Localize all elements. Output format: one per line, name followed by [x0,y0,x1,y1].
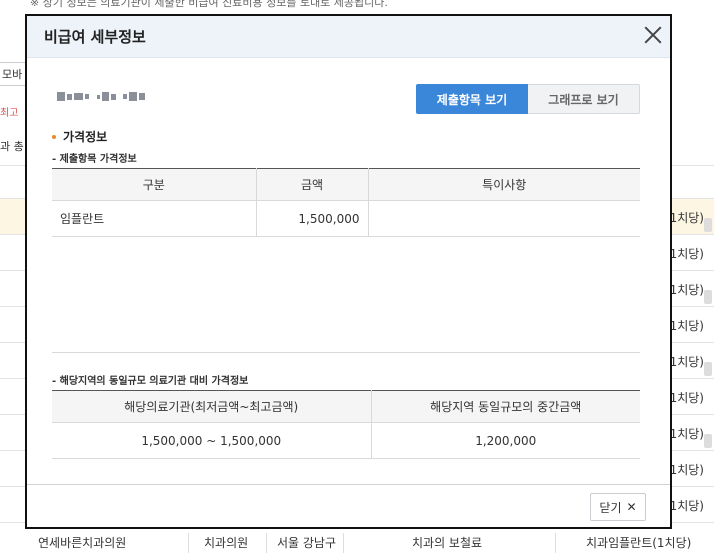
column-divider [343,533,344,553]
category-cell: 임플란트 [52,200,257,237]
table-cell-item: 1치당) [669,247,704,261]
median-price-cell: 1,200,000 [371,422,640,459]
notice-text: ※ 상기 정보는 의료기관이 제출한 비급여 진료비용 정보를 토대로 제공됩니… [30,0,388,9]
close-button[interactable]: 닫기 ✕ [590,493,646,521]
note-cell [368,200,640,237]
category-cell: 치과의 보철료 [412,536,483,550]
scrollbar-thumb[interactable] [704,218,712,232]
price-table-subtitle: - 제출항목 가격정보 [52,154,137,165]
table-cell-item: 1치당) [669,463,704,477]
scrollbar-thumb[interactable] [704,362,712,376]
hospital-type-cell: 치과의원 [204,536,249,550]
filter-label[interactable]: 모바 [0,62,28,86]
price-table: 구분 금액 특이사항 임플란트 1,500,000 [52,168,640,237]
column-divider [188,533,189,553]
modal-footer: 닫기 ✕ [27,484,670,527]
column-divider [266,533,267,553]
bullet-icon [52,134,56,139]
amount-cell: 1,500,000 [256,200,369,237]
table-cell-item: 1치당) [669,319,704,333]
column-header: 구분 [52,168,257,201]
column-header: 해당지역 동일규모의 중간금액 [371,390,640,423]
region-cell: 서울 강남구 [277,536,337,550]
column-header: 금액 [256,168,369,201]
modal-title: 비급여 세부정보 [44,28,146,46]
scrollbar-thumb[interactable] [704,434,712,448]
tab-graph-view[interactable]: 그래프로 보기 [528,84,640,114]
filter-note: 최고 [0,108,19,119]
table-row: 임플란트 1,500,000 [52,200,640,237]
table-cell-item: 1치당) [669,391,704,405]
detail-modal: 비급여 세부정보 제출항목 보기 그래프로 보기 가격정보 - 제출항목 가격정… [25,14,672,529]
close-icon: ✕ [626,500,637,514]
table-cell-item: 1치당) [669,427,704,441]
table-cell-item: 1치당) [669,211,704,225]
price-range-cell: 1,500,000 ~ 1,500,000 [52,422,372,459]
table-row[interactable]: 연세바른치과의원 치과의원 서울 강남구 치과의 보철료 치과임플란트(1치당) [0,530,714,555]
empty-table-area [52,279,640,353]
blurred-hospital-name [57,92,145,101]
table-cell-item: 1치당) [669,355,704,369]
compare-table-subtitle: - 해당지역의 동일규모 의료기관 대비 가격정보 [52,376,249,387]
close-icon[interactable] [642,24,664,46]
scrollbar-thumb[interactable] [704,290,712,304]
column-header: 특이사항 [368,168,640,201]
close-button-label: 닫기 [599,500,622,515]
modal-body: 제출항목 보기 그래프로 보기 가격정보 - 제출항목 가격정보 구분 금액 특… [27,58,670,486]
tab-submitted-items[interactable]: 제출항목 보기 [416,84,528,114]
table-cell-item: 1치당) [669,499,704,513]
hospital-name-cell[interactable]: 연세바른치과의원 [38,534,126,551]
table-cell-item: 1치당) [669,283,704,297]
view-tabs: 제출항목 보기 그래프로 보기 [416,84,640,114]
item-cell: 치과임플란트(1치당) [586,536,692,550]
section-title-text: 가격정보 [63,130,108,144]
modal-header: 비급여 세부정보 [27,16,670,58]
column-header: 해당의료기관(최저금액~최고금액) [52,390,372,423]
table-row: 1,500,000 ~ 1,500,000 1,200,000 [52,422,640,459]
column-divider [555,533,556,553]
result-count-label: 과 총 [0,140,24,153]
section-title: 가격정보 [52,128,107,145]
compare-table: 해당의료기관(최저금액~최고금액) 해당지역 동일규모의 중간금액 1,500,… [52,390,640,459]
